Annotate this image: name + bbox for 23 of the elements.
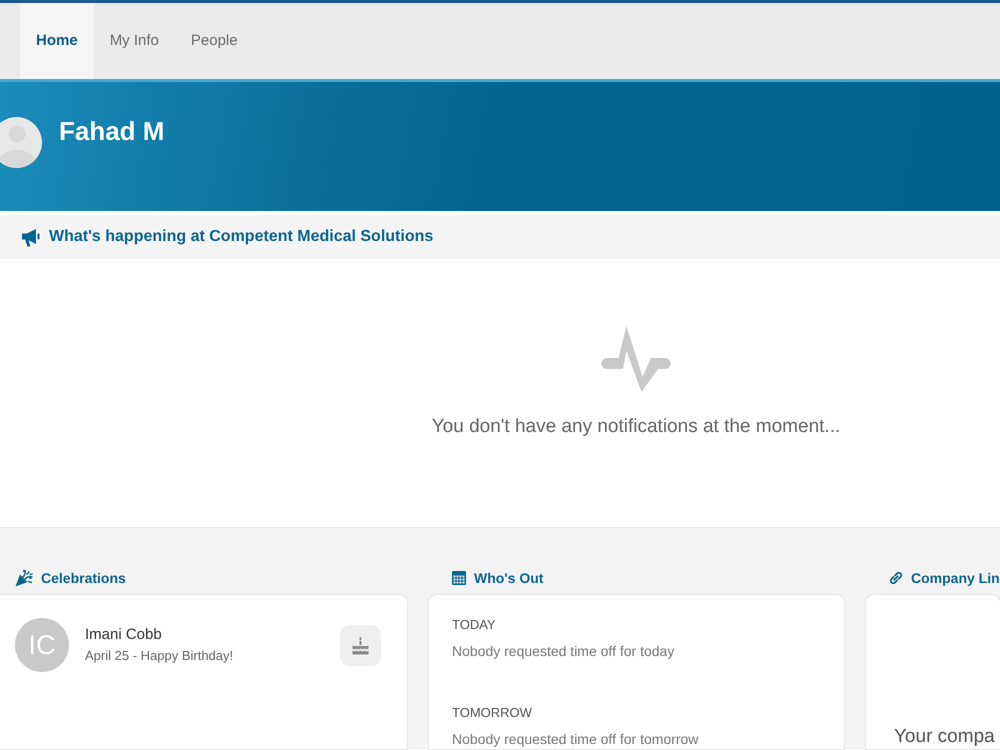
widget-title: Celebrations — [41, 569, 126, 588]
cake-icon — [340, 624, 381, 666]
megaphone-icon — [21, 228, 41, 246]
time-off-message: Nobody requested time off for tomorrow — [452, 730, 698, 748]
pulse-icon — [601, 325, 671, 393]
profile-name: Fahad M — [59, 116, 164, 146]
celebration-detail: April 25 - Happy Birthday! — [85, 647, 234, 665]
link-icon — [889, 571, 903, 585]
person-name: Imani Cobb — [85, 625, 162, 645]
widget-title: Who's Out — [474, 569, 544, 588]
party-popper-icon — [15, 569, 33, 587]
avatar-icon — [0, 117, 42, 168]
day-heading: TODAY — [452, 616, 496, 634]
section-title: What's happening at Competent Medical Solutions — [49, 227, 434, 247]
nav-tab[interactable]: Home — [20, 3, 94, 79]
widget-title: Company Lin — [911, 569, 1000, 588]
nav-tab[interactable]: My Info — [94, 3, 175, 79]
empty-notifications-message: You don't have any notifications at the moment... — [432, 415, 840, 439]
day-heading: TOMORROW — [452, 704, 532, 722]
nav-tab[interactable]: People — [174, 3, 254, 79]
links-message: Your compa — [894, 726, 995, 748]
time-off-message: Nobody requested time off for today — [452, 642, 674, 660]
calendar-icon — [452, 571, 466, 585]
